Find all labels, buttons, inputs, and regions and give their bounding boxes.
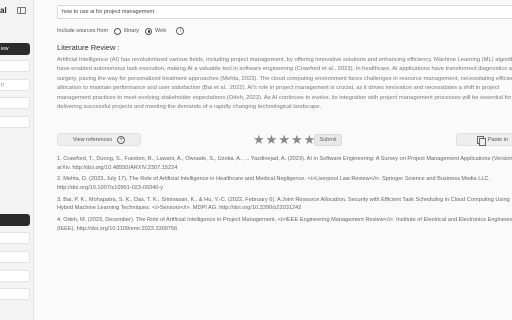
web-radio-label[interactable]: Web	[155, 28, 166, 34]
view-references-label: View references	[72, 136, 113, 143]
sidebar-item-8[interactable]	[0, 270, 30, 282]
library-radio[interactable]	[114, 27, 122, 35]
star-icon[interactable]: ★	[266, 133, 278, 146]
info-icon[interactable]: i	[176, 27, 185, 35]
sidebar-button-new-review[interactable]: iew	[0, 43, 30, 55]
view-references-button[interactable]: View references +	[57, 133, 141, 146]
review-body: Artificial Intelligence (AI) has revolut…	[57, 57, 512, 111]
sidebar-toggle-icon[interactable]	[17, 7, 26, 14]
reference-list: 1. Crawford, T., Duong, S., Fueston, R.,…	[57, 155, 512, 237]
review-title: Literature Review :	[57, 43, 120, 52]
copy-icon	[477, 135, 486, 146]
library-radio-label[interactable]: library	[124, 28, 139, 34]
sidebar-item-2[interactable]: n	[0, 79, 30, 91]
sidebar-item-4[interactable]	[0, 116, 30, 128]
reference-item: 2. Mehta, D. (2023, July 17). The Role o…	[57, 176, 491, 191]
paste-button[interactable]: Paste in	[456, 133, 512, 146]
sidebar-item-9[interactable]	[0, 288, 30, 300]
sidebar-item-3[interactable]	[0, 97, 30, 109]
sidebar: al iew n	[0, 0, 34, 320]
sidebar-item-active[interactable]	[0, 214, 30, 226]
search-input[interactable]	[57, 5, 512, 19]
star-icon[interactable]: ★	[278, 133, 290, 146]
paste-label: Paste in	[488, 136, 508, 143]
reference-item: 4. Odeh, M. (2023, December). The Role o…	[57, 217, 512, 232]
star-icon[interactable]: ★	[253, 133, 265, 146]
sidebar-item-6[interactable]	[0, 232, 30, 244]
app-brand: al	[0, 6, 7, 15]
sources-label: Include sources from	[57, 28, 109, 34]
sidebar-item-1[interactable]	[0, 60, 30, 72]
reference-item: 1. Crawford, T., Duong, S., Fueston, R.,…	[57, 156, 512, 171]
sources-row: Include sources from library Web i	[57, 26, 185, 36]
reference-item: 3. Bai, P. K., Mohapatra, S. K., Das, T.…	[57, 196, 510, 212]
rating-stars: ★ ★ ★ ★ ★	[253, 133, 315, 146]
web-radio[interactable]	[145, 27, 153, 35]
plus-icon: +	[117, 135, 126, 144]
submit-rating-button[interactable]: Submit	[314, 134, 342, 146]
sidebar-item-7[interactable]	[0, 251, 30, 263]
star-icon[interactable]: ★	[291, 133, 303, 146]
